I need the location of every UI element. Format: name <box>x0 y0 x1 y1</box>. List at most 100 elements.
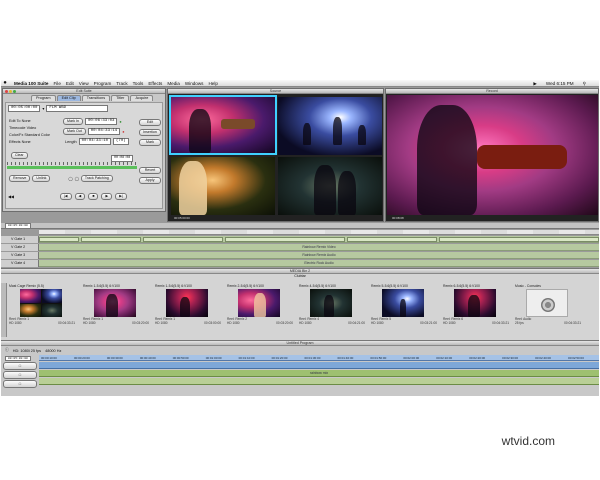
program-ruler[interactable]: 00:00:10:00 00:00:20:00 00:00:30:00 00:00:4… <box>39 355 599 361</box>
step-back-icon[interactable]: |◀ <box>59 193 72 200</box>
audio-speaker-icon[interactable] <box>526 289 568 317</box>
zoom-icon[interactable] <box>13 90 16 93</box>
minimize-icon[interactable] <box>9 90 12 93</box>
menu-help[interactable]: Help <box>208 81 217 86</box>
revert-button[interactable]: Revert <box>139 167 161 174</box>
source-frame-4[interactable] <box>278 157 382 215</box>
clip-thumbnail[interactable] <box>454 289 496 317</box>
apply-button[interactable]: Apply <box>139 177 161 184</box>
track-lane-1[interactable] <box>39 236 599 243</box>
timeline-timecode[interactable]: 00:05:00:00 <box>5 223 31 229</box>
zoom-out-icon[interactable]: ◯ <box>68 176 72 181</box>
clip-thumbnail[interactable] <box>166 289 208 317</box>
clip-thumbnail[interactable] <box>20 289 62 317</box>
clip-thumbnail[interactable] <box>94 289 136 317</box>
program-timecode[interactable]: 00:05:00:00 <box>5 356 31 361</box>
timeline-ruler[interactable] <box>39 230 599 235</box>
timeline-track-3[interactable]: V Gate 3 Rainbow Remix Audio <box>1 252 599 259</box>
mark-in-field[interactable]: 00:06:33:03 <box>84 118 118 125</box>
menu-track[interactable]: Track <box>116 81 127 86</box>
tab-program[interactable]: Program <box>31 95 56 101</box>
remove-button[interactable]: Remove <box>9 175 31 182</box>
clip-thumbnail[interactable] <box>238 289 280 317</box>
bin-item[interactable]: Music - Consoles Reel: Audio 25 fps 00:04… <box>515 284 581 336</box>
track-lane-3[interactable]: Rainbow Remix Audio <box>39 252 599 259</box>
menu-media[interactable]: Media <box>167 81 180 86</box>
bin-item[interactable]: Remix 6-5.6(5.5) 6:V100 Reel: Remix 6 HD… <box>443 284 509 336</box>
timeline-clip[interactable] <box>439 237 599 242</box>
insertion-button[interactable]: Insertion <box>139 129 161 136</box>
bin-item[interactable]: Remix 2-5.6(5.5) 6:V100 Reel: Remix 2 HD… <box>227 284 293 336</box>
track-toggle-icon[interactable]: ☐ <box>3 362 37 370</box>
clip-counter: 00:08:08 <box>111 155 134 162</box>
program-video-track[interactable] <box>39 362 599 369</box>
clip-name-field[interactable]: FLM WBD <box>46 105 109 112</box>
chevron-down-icon[interactable]: ▾ <box>42 106 44 111</box>
track-lane-2[interactable]: Rainbow Remix Video <box>39 244 599 251</box>
tab-titler[interactable]: Titler <box>111 95 130 101</box>
timeline-clip[interactable] <box>81 237 141 242</box>
source-frame-3[interactable] <box>171 157 275 215</box>
track-patching-button[interactable]: Track Patching <box>80 175 113 182</box>
menu-file[interactable]: File <box>53 81 60 86</box>
rewind-icon[interactable]: ◀◀ <box>8 194 14 199</box>
mark-in-button[interactable]: Mark In <box>63 118 83 125</box>
clip-range-bar[interactable] <box>7 166 137 169</box>
app-menu[interactable]: Media 100 Suite <box>14 81 48 86</box>
track-toggle-icon[interactable]: ☐ <box>3 380 37 388</box>
edit-button[interactable]: Edit <box>139 119 161 126</box>
close-icon[interactable] <box>5 90 8 93</box>
play-reverse-icon[interactable]: ◀ <box>74 193 86 200</box>
menu-effects[interactable]: Effects <box>148 81 162 86</box>
source-frame-1[interactable] <box>169 95 277 155</box>
timeline-clip[interactable] <box>347 237 437 242</box>
timeline-clip[interactable] <box>143 237 223 242</box>
length-label: Length <box>65 139 77 144</box>
bin-item[interactable]: Mast Cage Remix (5.5) Reel: Remix 1 HD 1… <box>9 284 75 336</box>
menu-program[interactable]: Program <box>94 81 112 86</box>
record-frame[interactable] <box>387 95 598 215</box>
menu-windows[interactable]: Windows <box>185 81 204 86</box>
clear-button[interactable]: Clear <box>11 152 28 159</box>
source-frame-2[interactable] <box>278 97 382 155</box>
menu-view[interactable]: View <box>79 81 89 86</box>
length-field[interactable]: 00:04:33:10 <box>78 138 112 145</box>
volume-icon[interactable]: ▶ <box>533 81 537 87</box>
bin-item[interactable]: Remix 4-5.6(5.5) 6:V100 Reel: Remix 4 HD… <box>299 284 365 336</box>
timeline-clip[interactable] <box>225 237 345 242</box>
timeline-track-4[interactable]: V Gate 4 Electric Rock Audio <box>1 260 599 267</box>
zoom-in-icon[interactable]: ◯ <box>75 176 79 181</box>
tab-transitions[interactable]: Transitions <box>81 95 111 101</box>
tab-edit-clip[interactable]: Edit Clip <box>56 95 81 101</box>
program-audio-track-1[interactable]: rainbow mix <box>39 370 599 377</box>
timecode-field[interactable]: 00:05:00:00 <box>8 105 41 112</box>
program-info-icon[interactable]: ⓘ <box>5 348 9 353</box>
mark-button[interactable]: Mark <box>139 139 161 146</box>
menubar-clock[interactable]: Wed 6:15 PM <box>546 81 574 86</box>
bin-scrollbar[interactable] <box>1 283 7 337</box>
apple-menu-icon[interactable]: ● <box>1 80 9 86</box>
play-icon[interactable]: ▶ <box>101 193 113 200</box>
menu-edit[interactable]: Edit <box>66 81 74 86</box>
spotlight-icon[interactable]: ⚲ <box>583 81 586 87</box>
program-audio-track-2[interactable] <box>39 378 599 385</box>
stop-icon[interactable]: ■ <box>88 193 99 200</box>
timeline-track-2[interactable]: V Gate 2 Rainbow Remix Video <box>1 244 599 251</box>
timeline-track-1[interactable]: V Gate 1 <box>1 236 599 243</box>
bin-item[interactable]: Remix 1-5.6(5.5) 6:V100 Reel: Remix 1 HD… <box>83 284 149 336</box>
timeline-clip[interactable] <box>39 237 79 242</box>
track-toggle-icon[interactable]: ☐ <box>3 371 37 379</box>
bin-item[interactable]: Remix 5-5.6(5.5) 6:V100 Reel: Remix 5 HD… <box>371 284 437 336</box>
bin-item[interactable]: Remix 1-5.6(5.5) 6:V100 Reel: Remix 1 HD… <box>155 284 221 336</box>
unlink-button[interactable]: Unlink <box>32 175 51 182</box>
track-lane-4[interactable]: Electric Rock Audio <box>39 260 599 267</box>
menu-tools[interactable]: Tools <box>133 81 144 86</box>
program-format: HD: 1080i 25 fps <box>12 348 42 353</box>
clip-thumbnail[interactable] <box>310 289 352 317</box>
mark-out-field[interactable]: 00:04:33:14 <box>87 128 121 135</box>
tab-acquire[interactable]: Acquire <box>130 95 154 101</box>
step-forward-icon[interactable]: ▶| <box>115 193 127 200</box>
rate-select[interactable]: (70) <box>113 138 129 145</box>
clip-thumbnail[interactable] <box>382 289 424 317</box>
mark-out-button[interactable]: Mark Out <box>63 128 86 135</box>
